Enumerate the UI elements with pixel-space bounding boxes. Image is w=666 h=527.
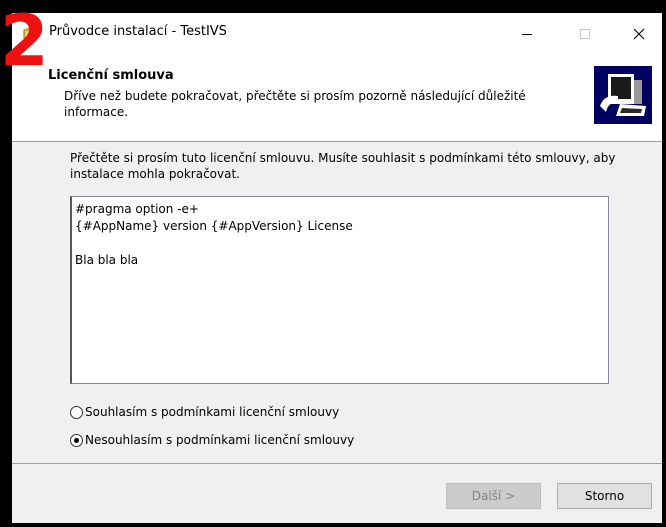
cancel-button[interactable]: Storno (557, 483, 652, 509)
accept-radio[interactable] (70, 405, 83, 419)
accept-option[interactable]: Souhlasím s podmínkami licenční smlouvy (70, 405, 339, 419)
next-button[interactable]: Další > (446, 483, 541, 509)
installer-window: Průvodce instalací - TestIVS Licenční sm… (12, 13, 662, 523)
window-title: Průvodce instalací - TestIVS (49, 24, 227, 39)
maximize-button (562, 13, 608, 54)
decline-label[interactable]: Nesouhlasím s podmínkami licenční smlouv… (85, 433, 354, 447)
intro-text: Přečtěte si prosím tuto licenční smlouvu… (70, 151, 616, 181)
page-title: Licenční smlouva (48, 68, 174, 83)
maximize-icon (580, 28, 590, 39)
close-icon (633, 28, 645, 39)
setup-computer-icon (594, 66, 652, 124)
license-line (75, 235, 605, 252)
license-textarea[interactable]: #pragma option -e+ {#AppName} version {#… (70, 196, 609, 384)
accept-label[interactable]: Souhlasím s podmínkami licenční smlouvy (85, 405, 339, 419)
wizard-header: Licenční smlouva Dříve než budete pokrač… (12, 54, 662, 142)
decline-radio[interactable] (70, 433, 83, 447)
license-line: {#AppName} version {#AppVersion} License (75, 219, 353, 233)
decline-option[interactable]: Nesouhlasím s podmínkami licenční smlouv… (70, 433, 354, 447)
step-number-badge: 2 (0, 0, 49, 82)
minimize-icon (522, 33, 532, 35)
license-line: #pragma option -e+ (75, 202, 199, 216)
page-subtitle: Dříve než budete pokračovat, přečtěte si… (64, 89, 526, 119)
close-button[interactable] (616, 13, 662, 54)
minimize-button[interactable] (504, 13, 550, 54)
license-line: Bla bla bla (75, 253, 139, 267)
footer-divider (12, 463, 662, 464)
title-bar: Průvodce instalací - TestIVS (12, 13, 662, 54)
